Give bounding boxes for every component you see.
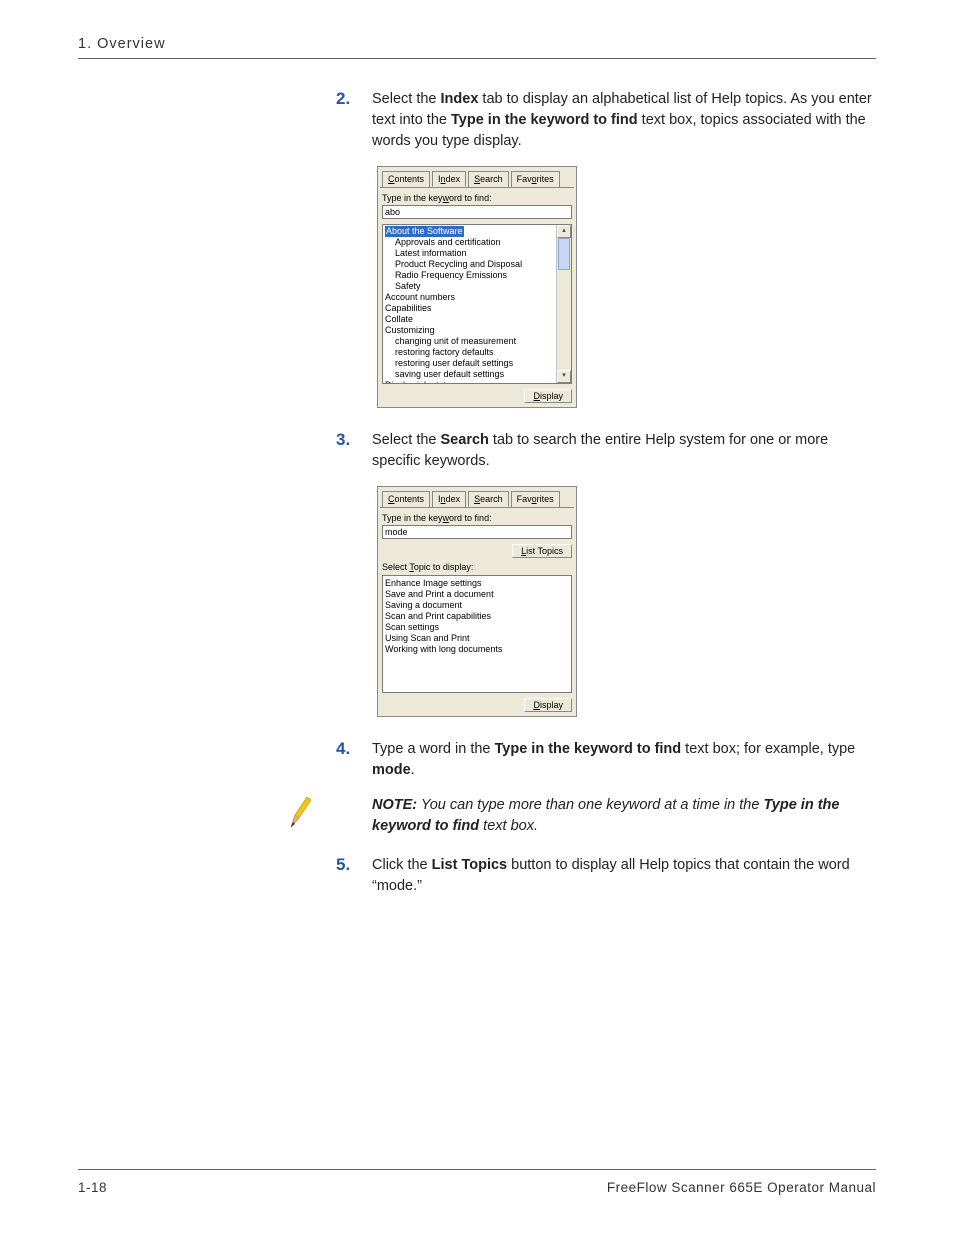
list-item[interactable]: Scan settings: [385, 622, 569, 633]
bold-text: Index: [441, 91, 479, 107]
step-number: 4.: [336, 739, 372, 759]
index-listbox[interactable]: About the SoftwareApprovals and certific…: [382, 224, 572, 384]
type-keyword-label: Type in the keyword to find:: [382, 513, 572, 523]
list-item[interactable]: Product Recycling and Disposal: [385, 259, 569, 270]
figure-search-panel: Contents Index Search Favorites Type in …: [78, 486, 876, 717]
step-text: Select the Index tab to display an alpha…: [372, 89, 876, 152]
step-text: Click the List Topics button to display …: [372, 855, 876, 897]
text: Select the: [372, 91, 441, 107]
list-item[interactable]: Save and Print a document: [385, 589, 569, 600]
page-number: 1-18: [78, 1180, 107, 1195]
list-item[interactable]: restoring user default settings: [385, 358, 569, 369]
tab-search[interactable]: Search: [468, 171, 509, 187]
step-text: Select the Search tab to search the enti…: [372, 430, 876, 472]
tab-row: Contents Index Search Favorites: [380, 491, 574, 508]
note-label: NOTE:: [372, 797, 417, 813]
text: You can type more than one keyword at a …: [417, 797, 763, 813]
list-item[interactable]: Customizing: [385, 325, 569, 336]
step-number: 2.: [336, 89, 372, 109]
text: Select the: [372, 432, 441, 448]
step-text: Type a word in the Type in the keyword t…: [372, 739, 876, 781]
step-5: 5. Click the List Topics button to displ…: [336, 855, 876, 897]
bold-text: List Topics: [432, 857, 507, 873]
pencil-icon: [285, 795, 315, 831]
figure-index-panel: Contents Index Search Favorites Type in …: [78, 166, 876, 408]
tab-contents[interactable]: Contents: [382, 171, 430, 187]
footer-rule: [78, 1169, 876, 1170]
help-index-panel: Contents Index Search Favorites Type in …: [377, 166, 577, 408]
list-item[interactable]: About the Software: [385, 226, 569, 237]
step-2: 2. Select the Index tab to display an al…: [336, 89, 876, 152]
step-3: 3. Select the Search tab to search the e…: [336, 430, 876, 472]
bold-text: Search: [441, 432, 489, 448]
bold-text: Type in the keyword to find: [451, 112, 638, 128]
tab-index[interactable]: Index: [432, 171, 466, 187]
select-topic-label: Select Topic to display:: [382, 562, 572, 572]
list-item[interactable]: Account numbers: [385, 292, 569, 303]
list-item[interactable]: Enhance Image settings: [385, 578, 569, 589]
tab-row: Contents Index Search Favorites: [380, 171, 574, 188]
list-item[interactable]: Working with long documents: [385, 644, 569, 655]
note-block: NOTE: You can type more than one keyword…: [336, 795, 876, 837]
text: Type a word in the: [372, 741, 495, 757]
text: Click the: [372, 857, 432, 873]
list-item[interactable]: Safety: [385, 281, 569, 292]
scroll-down-icon[interactable]: ▾: [557, 370, 571, 383]
scroll-up-icon[interactable]: ▴: [557, 225, 571, 238]
chapter-header: 1. Overview: [78, 36, 876, 52]
text: .: [411, 762, 415, 778]
page-footer: 1-18 FreeFlow Scanner 665E Operator Manu…: [78, 1169, 876, 1195]
tab-index[interactable]: Index: [432, 491, 466, 507]
list-item[interactable]: Scan and Print capabilities: [385, 611, 569, 622]
note-text: NOTE: You can type more than one keyword…: [372, 795, 876, 837]
list-item[interactable]: Capabilities: [385, 303, 569, 314]
header-rule: [78, 58, 876, 59]
manual-title: FreeFlow Scanner 665E Operator Manual: [607, 1180, 876, 1195]
step-4: 4. Type a word in the Type in the keywor…: [336, 739, 876, 781]
list-item[interactable]: Approvals and certification: [385, 237, 569, 248]
keyword-input[interactable]: [382, 525, 572, 539]
tab-search[interactable]: Search: [468, 491, 509, 507]
text: text box; for example, type: [681, 741, 855, 757]
list-item[interactable]: Radio Frequency Emissions: [385, 270, 569, 281]
display-button[interactable]: Display: [524, 698, 572, 712]
scroll-thumb[interactable]: [558, 238, 570, 270]
bold-text: Type in the keyword to find: [495, 741, 682, 757]
text: text box.: [479, 818, 538, 834]
list-item[interactable]: Latest information: [385, 248, 569, 259]
list-item[interactable]: changing unit of measurement: [385, 336, 569, 347]
tab-favorites[interactable]: Favorites: [511, 491, 560, 507]
list-item[interactable]: Collate: [385, 314, 569, 325]
help-search-panel: Contents Index Search Favorites Type in …: [377, 486, 577, 717]
list-item[interactable]: saving user default settings: [385, 369, 569, 380]
step-number: 3.: [336, 430, 372, 450]
display-button[interactable]: Display: [524, 389, 572, 403]
list-item[interactable]: Display job status: [385, 380, 569, 384]
bold-text: mode: [372, 762, 411, 778]
list-item[interactable]: restoring factory defaults: [385, 347, 569, 358]
scrollbar[interactable]: ▴ ▾: [556, 225, 571, 383]
tab-contents[interactable]: Contents: [382, 491, 430, 507]
type-keyword-label: Type in the keyword to find:: [382, 193, 572, 203]
step-number: 5.: [336, 855, 372, 875]
keyword-input[interactable]: [382, 205, 572, 219]
tab-favorites[interactable]: Favorites: [511, 171, 560, 187]
search-results-list[interactable]: Enhance Image settingsSave and Print a d…: [382, 575, 572, 693]
list-topics-button[interactable]: List Topics: [512, 544, 572, 558]
list-item[interactable]: Using Scan and Print: [385, 633, 569, 644]
list-item[interactable]: Saving a document: [385, 600, 569, 611]
